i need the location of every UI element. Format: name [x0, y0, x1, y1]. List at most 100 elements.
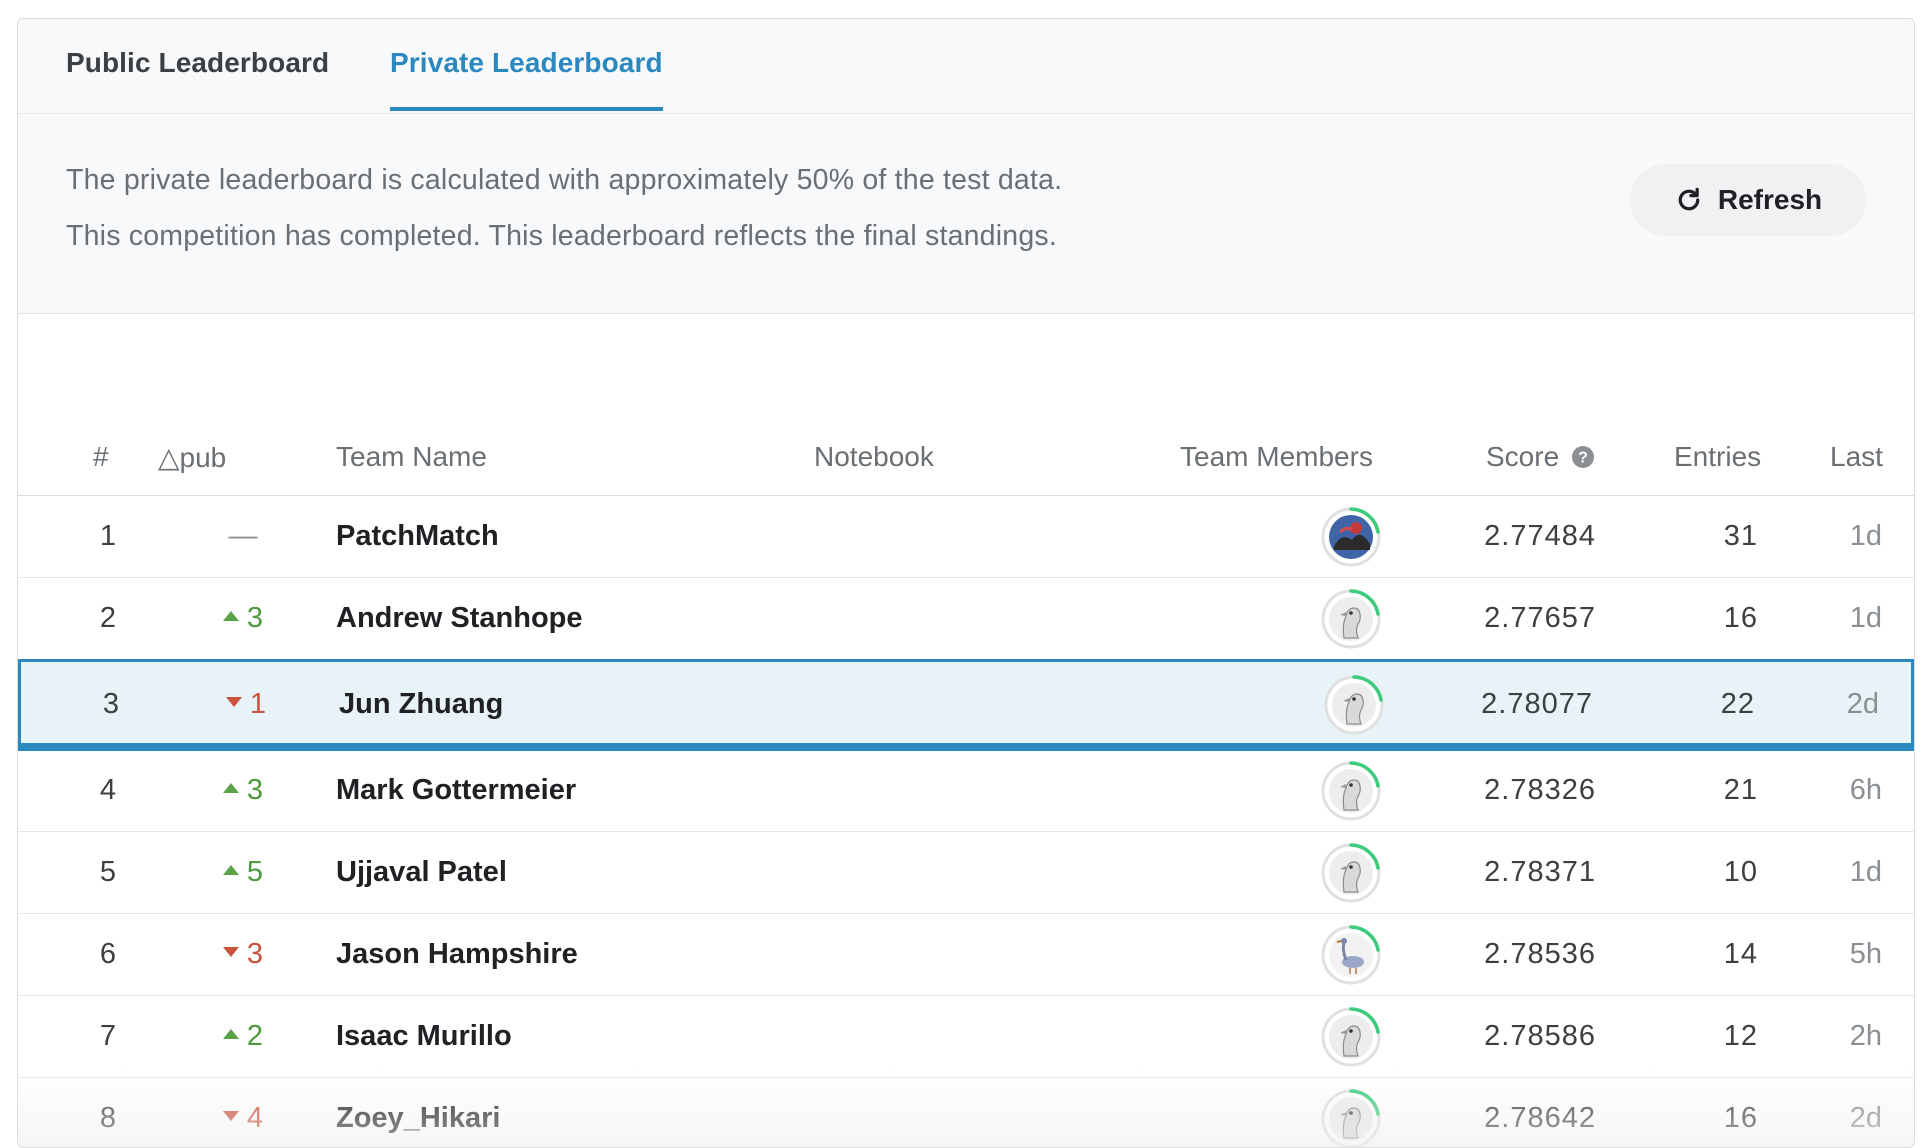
avatar[interactable] — [1320, 1006, 1382, 1068]
refresh-button[interactable]: Refresh — [1630, 164, 1866, 236]
table-row[interactable]: 8 4 Zoey_Hikari 2.78642 16 2d — [18, 1078, 1914, 1147]
avatar[interactable] — [1320, 924, 1382, 986]
col-team-members[interactable]: Team Members — [1180, 441, 1373, 473]
col-score-label: Score — [1486, 441, 1560, 472]
col-team-name[interactable]: Team Name — [336, 441, 487, 473]
info-text-line-2: This competition has completed. This lea… — [66, 220, 1057, 252]
avatar-image — [1321, 761, 1381, 821]
arrow-up-icon — [222, 611, 239, 622]
delta-pub-cell: 4 — [208, 1102, 278, 1135]
tab-private-leaderboard[interactable]: Private Leaderboard — [390, 47, 663, 111]
delta-value: 5 — [246, 856, 264, 888]
col-rank[interactable]: # — [93, 441, 109, 473]
rank-cell: 5 — [99, 856, 117, 888]
rank-cell: 3 — [102, 688, 120, 720]
refresh-label: Refresh — [1717, 184, 1823, 215]
last-submission-cell: 5h — [1849, 938, 1882, 970]
entries-cell: 21 — [1723, 774, 1758, 806]
table-header: # △pub Team Name Notebook Team Members S… — [18, 419, 1914, 496]
team-name-link[interactable]: Jason Hampshire — [336, 938, 578, 971]
table-row[interactable]: 2 3 Andrew Stanhope 2.77657 16 1d — [18, 578, 1914, 660]
avatar-image — [1321, 843, 1381, 903]
table-row[interactable]: 5 5 Ujjaval Patel 2.78371 10 1d — [18, 832, 1914, 914]
table-row[interactable]: 6 3 Jason Hampshire 2.78536 14 5h — [18, 914, 1914, 996]
delta-pub-cell: 2 — [208, 1020, 278, 1053]
score-cell: 2.78536 — [1484, 938, 1596, 970]
delta-value: 3 — [246, 774, 264, 806]
delta-value: 4 — [246, 1102, 264, 1134]
team-name-link[interactable]: Ujjaval Patel — [336, 856, 507, 889]
entries-cell: 16 — [1723, 602, 1758, 634]
avatar-image — [1321, 507, 1381, 567]
table-row[interactable]: 3 1 Jun Zhuang 2.78077 22 2d — [18, 659, 1914, 751]
table-row[interactable]: 1 — PatchMatch 2.77484 31 1d — [18, 496, 1914, 578]
team-name-link[interactable]: Jun Zhuang — [339, 688, 503, 721]
delta-pub-cell: 3 — [208, 774, 278, 807]
team-name-link[interactable]: Mark Gottermeier — [336, 774, 576, 807]
score-cell: 2.78642 — [1484, 1102, 1596, 1134]
help-icon[interactable]: ? — [1571, 445, 1595, 469]
score-cell: 2.78077 — [1481, 688, 1593, 720]
avatar-image — [1324, 675, 1384, 735]
delta-pub-cell: 1 — [211, 688, 281, 721]
arrow-down-icon — [222, 1111, 239, 1122]
avatar-image — [1321, 925, 1381, 985]
avatar-image — [1321, 1007, 1381, 1067]
delta-pub-cell: 5 — [208, 856, 278, 889]
avatar[interactable] — [1323, 674, 1385, 736]
col-score[interactable]: Score ? — [1486, 441, 1595, 473]
entries-cell: 22 — [1720, 688, 1755, 720]
last-submission-cell: 1d — [1849, 602, 1882, 634]
avatar[interactable] — [1320, 588, 1382, 650]
arrow-down-icon — [225, 697, 242, 708]
delta-pub-cell: — — [208, 520, 278, 553]
score-cell: 2.78326 — [1484, 774, 1596, 806]
delta-value: 3 — [246, 938, 264, 970]
avatar[interactable] — [1320, 1088, 1382, 1147]
tab-bar: Public Leaderboard Private Leaderboard — [18, 19, 1914, 114]
info-panel: The private leaderboard is calculated wi… — [18, 114, 1914, 314]
tab-public-leaderboard[interactable]: Public Leaderboard — [66, 47, 329, 107]
table-row[interactable]: 7 2 Isaac Murillo 2.78586 12 2h — [18, 996, 1914, 1078]
refresh-icon — [1678, 187, 1700, 211]
entries-cell: 16 — [1723, 1102, 1758, 1134]
last-submission-cell: 2d — [1849, 1102, 1882, 1134]
col-entries[interactable]: Entries — [1674, 441, 1761, 473]
avatar[interactable] — [1320, 506, 1382, 568]
col-notebook[interactable]: Notebook — [814, 441, 934, 473]
last-submission-cell: 2h — [1849, 1020, 1882, 1052]
last-submission-cell: 2d — [1846, 688, 1879, 720]
avatar-image — [1321, 589, 1381, 649]
rank-cell: 1 — [99, 520, 117, 552]
arrow-up-icon — [222, 865, 239, 876]
entries-cell: 10 — [1723, 856, 1758, 888]
info-text-line-1: The private leaderboard is calculated wi… — [66, 164, 1063, 196]
rank-cell: 2 — [99, 602, 117, 634]
table-row[interactable]: 4 3 Mark Gottermeier 2.78326 21 6h — [18, 750, 1914, 832]
avatar[interactable] — [1320, 842, 1382, 904]
team-name-link[interactable]: Andrew Stanhope — [336, 602, 583, 635]
score-cell: 2.77484 — [1484, 520, 1596, 552]
rank-cell: 6 — [99, 938, 117, 970]
delta-value: 1 — [249, 688, 267, 720]
last-submission-cell: 6h — [1849, 774, 1882, 806]
leaderboard-card: Public Leaderboard Private Leaderboard T… — [17, 18, 1915, 1148]
score-cell: 2.78371 — [1484, 856, 1596, 888]
score-cell: 2.77657 — [1484, 602, 1596, 634]
last-submission-cell: 1d — [1849, 520, 1882, 552]
entries-cell: 12 — [1723, 1020, 1758, 1052]
col-last[interactable]: Last — [1830, 441, 1883, 473]
team-name-link[interactable]: Zoey_Hikari — [336, 1102, 500, 1135]
rank-cell: 4 — [99, 774, 117, 806]
avatar[interactable] — [1320, 760, 1382, 822]
col-delta-pub[interactable]: △pub — [158, 441, 226, 474]
arrow-down-icon — [222, 947, 239, 958]
team-name-link[interactable]: Isaac Murillo — [336, 1020, 512, 1053]
score-cell: 2.78586 — [1484, 1020, 1596, 1052]
rank-cell: 8 — [99, 1102, 117, 1134]
last-submission-cell: 1d — [1849, 856, 1882, 888]
svg-text:?: ? — [1578, 450, 1588, 467]
entries-cell: 14 — [1723, 938, 1758, 970]
team-name-link[interactable]: PatchMatch — [336, 520, 499, 553]
avatar-image — [1321, 1089, 1381, 1147]
